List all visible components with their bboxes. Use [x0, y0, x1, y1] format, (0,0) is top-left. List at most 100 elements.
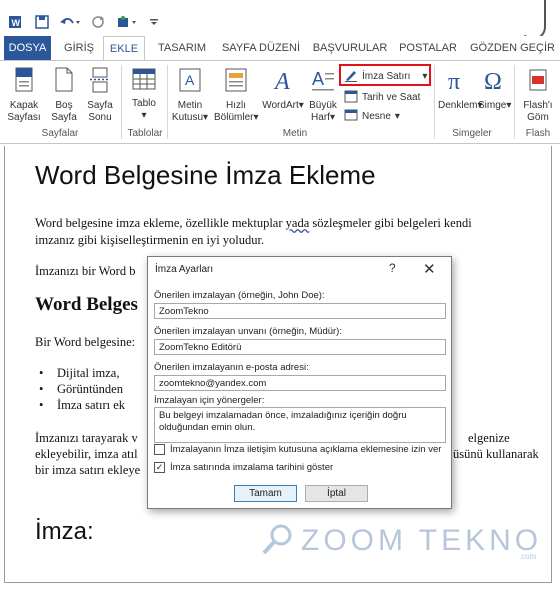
- word-app-icon: W: [8, 14, 24, 30]
- show-date-checkbox[interactable]: ✓: [154, 462, 165, 473]
- signature-setup-dialog: İmza Ayarları ? ✕ Önerilen imzalayan (ör…: [147, 256, 452, 509]
- date-time-button[interactable]: Tarih ve Saat: [344, 89, 420, 105]
- paragraph-4-line-1: İmzanızı tarayarak v: [35, 431, 138, 445]
- quick-parts-label-2: Bölümler▾: [214, 112, 259, 123]
- cover-page-button[interactable]: Kapak Sayfası: [6, 67, 42, 124]
- instructions-textarea[interactable]: Bu belgeyi imzalamadan önce, imzaladığın…: [154, 407, 446, 443]
- magnifier-icon: [261, 522, 295, 559]
- equation-button[interactable]: π Denklem▾: [438, 67, 483, 112]
- text-group-label: Metin: [282, 128, 308, 139]
- spelling-underline: yada: [285, 216, 310, 230]
- tables-group-label: Tablolar: [127, 128, 163, 139]
- pages-group-label: Sayfalar: [41, 128, 79, 139]
- tab-insert[interactable]: EKLE: [103, 36, 145, 61]
- suggested-signer-input[interactable]: ZoomTekno: [154, 303, 446, 319]
- symbols-group-label: Simgeler: [452, 128, 492, 139]
- blank-page-label-2: Sayfa: [51, 112, 77, 123]
- object-dropdown-icon: ▾: [394, 110, 400, 122]
- list-item: İmza satırı ek: [39, 398, 125, 413]
- wordart-label: WordArt▾: [262, 100, 304, 111]
- table-button[interactable]: Tablo ▾: [126, 67, 162, 122]
- flash-label-1: Flash'ı: [523, 100, 553, 111]
- dialog-title: İmza Ayarları: [155, 264, 214, 275]
- heading-2: Word Belges: [35, 294, 138, 315]
- suggested-title-input[interactable]: ZoomTekno Editörü: [154, 339, 446, 355]
- tab-home[interactable]: GİRİŞ: [58, 36, 100, 60]
- text-box-icon: A: [170, 67, 210, 97]
- page-break-button[interactable]: Sayfa Sonu: [84, 67, 116, 124]
- symbol-button[interactable]: Ω Simge▾: [478, 67, 511, 112]
- save-icon[interactable]: [34, 14, 50, 30]
- drop-cap-label-1: Büyük: [309, 100, 337, 111]
- drop-cap-button[interactable]: A Büyük Harf▾: [306, 67, 340, 124]
- suggested-email-input[interactable]: zoomtekno@yandex.com: [154, 375, 446, 391]
- show-date-label: İmza satırında imzalama tarihini göster: [170, 462, 334, 473]
- suggested-email-label: Önerilen imzalayanın e-posta adresi:: [154, 362, 309, 373]
- paragraph-4-line-2: ekleyebilir, imza atıl: [35, 447, 138, 461]
- svg-text:π: π: [448, 69, 460, 93]
- object-icon: [344, 108, 358, 125]
- touch-mode-icon[interactable]: [116, 14, 140, 30]
- flash-icon: [518, 67, 558, 97]
- svg-text:A: A: [185, 72, 195, 88]
- paragraph-4-line-3: bir imza satırı ekleye: [35, 463, 141, 477]
- object-label: Nesne: [362, 110, 391, 122]
- blank-page-button[interactable]: Boş Sayfa: [48, 67, 80, 124]
- allow-comments-checkbox[interactable]: [154, 444, 165, 455]
- embed-flash-button[interactable]: Flash'ı Göm: [518, 67, 558, 124]
- list-item: Görüntünden: [39, 382, 123, 397]
- tab-mailings[interactable]: POSTALAR: [396, 36, 460, 60]
- table-label: Tablo: [132, 98, 156, 109]
- text-box-label-1: Metin: [177, 100, 203, 111]
- signature-label: İmza:: [35, 518, 94, 545]
- tab-review[interactable]: GÖZDEN GEÇİR: [470, 36, 560, 60]
- svg-text:Ω: Ω: [484, 69, 502, 93]
- quick-parts-label-1: Hızlı: [226, 100, 246, 111]
- drop-cap-icon: A: [306, 67, 340, 97]
- ribbon-separator: [514, 65, 515, 139]
- blank-page-icon: [48, 67, 80, 97]
- page-break-icon: [84, 67, 116, 97]
- suggested-title-label: Önerilen imzalayan unvanı (örneğin, Müdü…: [154, 326, 342, 337]
- paragraph-1-line-1: Word belgesine imza ekleme, özellikle me…: [35, 216, 472, 230]
- cover-page-label-1: Kapak: [9, 100, 39, 111]
- watermark: ZOOM TEKNO .com: [261, 522, 542, 561]
- ok-button[interactable]: Tamam: [234, 485, 297, 502]
- allow-comments-row[interactable]: İmzalayanın İmza iletişim kutusuna açıkl…: [154, 444, 441, 455]
- watermark-suffix: .com: [519, 552, 537, 561]
- help-button[interactable]: ?: [389, 261, 396, 275]
- customize-icon[interactable]: [148, 14, 160, 30]
- flash-group-label: Flash: [525, 128, 551, 139]
- pi-icon: π: [438, 67, 478, 97]
- undo-icon[interactable]: [58, 14, 82, 30]
- cancel-button[interactable]: İptal: [305, 485, 368, 502]
- paragraph-4-line-1-end: elgenize: [468, 431, 510, 445]
- quick-parts-button[interactable]: Hızlı Bölümler▾: [214, 67, 259, 124]
- wordart-button[interactable]: A WordArt▾: [262, 67, 304, 112]
- paragraph-3: Bir Word belgesine:: [35, 335, 136, 349]
- document-title: Word Belgesine İmza Ekleme: [35, 160, 376, 190]
- tab-design[interactable]: TASARIM: [154, 36, 210, 60]
- tab-page-layout[interactable]: SAYFA DÜZENİ: [218, 36, 304, 60]
- blank-page-label-1: Boş: [55, 100, 73, 111]
- window-edge-decoration: [520, 0, 546, 40]
- svg-text:A: A: [312, 69, 324, 89]
- tab-references[interactable]: BAŞVURULAR: [312, 36, 388, 60]
- text-box-button[interactable]: A Metin Kutusu▾: [170, 67, 210, 124]
- close-icon[interactable]: ✕: [423, 260, 436, 278]
- signature-line-highlight: [339, 64, 431, 86]
- ribbon: Kapak Sayfası Boş Sayfa Sayfa Sonu Sayfa…: [0, 60, 560, 144]
- paragraph-4-line-2-end: üsünü kullanarak: [453, 447, 539, 461]
- ribbon-separator: [167, 65, 168, 139]
- list-item: Dijital imza,: [39, 366, 120, 381]
- redo-icon[interactable]: [90, 14, 106, 30]
- quick-parts-icon: [214, 67, 258, 97]
- show-date-row[interactable]: ✓ İmza satırında imzalama tarihini göste…: [154, 462, 333, 473]
- page-break-label-1: Sayfa: [87, 100, 113, 111]
- wordart-icon: A: [262, 67, 304, 97]
- cover-page-label-2: Sayfası: [7, 112, 41, 123]
- object-button[interactable]: Nesne ▾: [344, 108, 400, 124]
- svg-text:W: W: [12, 18, 21, 28]
- tab-file[interactable]: DOSYA: [4, 36, 51, 60]
- paragraph-2: İmzanızı bir Word b: [35, 264, 136, 278]
